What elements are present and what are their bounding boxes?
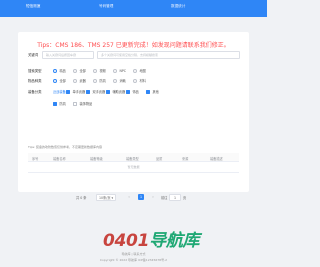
type-option-label: 地图	[139, 69, 146, 73]
category-option-1[interactable]: 双手武器	[86, 89, 106, 94]
page-size-value: 10条/页	[99, 196, 111, 200]
type-option-label: 精品	[59, 69, 66, 73]
radio-icon	[73, 78, 77, 83]
type-option-4[interactable]: 地图	[133, 68, 153, 73]
sort-option-label: 防具	[99, 79, 106, 83]
checkbox-checked-icon	[86, 89, 90, 94]
column-header: 序号	[32, 157, 39, 161]
current-page[interactable]: 1	[138, 194, 144, 200]
sort-option-1[interactable]: 武器	[73, 78, 93, 83]
category-option-0[interactable]: 单手武器	[66, 89, 86, 94]
radio-icon	[93, 68, 97, 73]
checkbox-checked-icon	[53, 101, 57, 106]
category-option-label: 辅助武器	[112, 90, 126, 94]
tab-number-manage[interactable]: 号码管理	[99, 4, 113, 9]
sort-option-2[interactable]: 防具	[93, 78, 113, 83]
sort-option-0[interactable]: 全部	[53, 78, 73, 83]
type-option-1[interactable]: 全部	[73, 68, 93, 73]
keyword-input[interactable]: 输入关键词后按回车键	[42, 50, 94, 59]
category-option-label: 饰品	[132, 90, 139, 94]
category-option-label: 单手武器	[72, 90, 86, 94]
category-option-2[interactable]: 辅助武器	[106, 89, 126, 94]
tab-speed-test[interactable]: 短信测速	[26, 4, 40, 9]
category-option-label: 双手武器	[92, 90, 106, 94]
radio-icon	[93, 78, 97, 83]
page-size-select[interactable]: 10条/页 ▾	[96, 194, 117, 201]
keyword-row: 关键词 输入关键词后按回车键 多个关键词可使用空格分隔，支持模糊搜索	[28, 50, 240, 59]
footer-links[interactable]: 导航库 | 联系方式	[0, 252, 267, 256]
radio-checked-icon	[53, 78, 57, 83]
tab-statistics[interactable]: 数据统计	[171, 4, 185, 9]
radio-icon	[133, 68, 137, 73]
sort-option-label: 材料	[139, 79, 146, 83]
goto-label: 前往	[161, 196, 168, 200]
column-header: 装备类型	[126, 157, 139, 161]
column-header: 品质	[156, 157, 163, 161]
category-option-5[interactable]: 防具	[53, 101, 73, 106]
checkbox-checked-icon	[66, 89, 70, 94]
category-option-label: 防具	[59, 102, 66, 106]
prev-page-icon[interactable]: ‹	[126, 194, 132, 200]
table-header: 序号 装备名称 装备等级 装备类型 品质 来源 装备描述	[28, 153, 239, 162]
type-option-label: 全部	[79, 69, 86, 73]
sort-option-4[interactable]: 材料	[133, 78, 153, 83]
radio-checked-icon	[53, 68, 57, 73]
keyword-hint-field[interactable]: 多个关键词可使用空格分隔，支持模糊搜索	[97, 50, 240, 59]
column-header: 来源	[182, 157, 189, 161]
column-header: 装备名称	[53, 157, 66, 161]
item-sort-label: 物品种类	[28, 79, 42, 83]
logo-text: 导航库	[149, 231, 200, 251]
brand-logo[interactable]: 0401导航库	[103, 226, 200, 251]
checkbox-checked-icon	[126, 89, 130, 94]
keyword-hint: 多个关键词可使用空格分隔，支持模糊搜索	[101, 52, 159, 57]
radio-icon	[73, 68, 77, 73]
type-option-label: 视频	[99, 69, 106, 73]
keyword-placeholder: 输入关键词后按回车键	[46, 52, 77, 57]
tips-text: Tips: 装备的攻防数值仅供参考，不定期更新数据库内容	[28, 145, 103, 149]
category-option-label: 装饰物品	[79, 102, 93, 106]
sort-option-label: 武器	[79, 79, 86, 83]
column-header: 装备描述	[210, 157, 223, 161]
checkbox-icon	[73, 101, 77, 106]
notice-banner: Tips：CMS 186、TMS 257 已更新完成！如发现问题请联系我们修正。	[37, 42, 230, 49]
total-count: 共 0 条	[76, 196, 87, 200]
column-header: 装备等级	[90, 157, 103, 161]
next-page-icon[interactable]: ›	[150, 194, 156, 200]
radio-icon	[133, 78, 137, 83]
sort-option-label: 消耗	[119, 79, 126, 83]
table-empty-state: 暂无数据	[28, 162, 239, 173]
type-option-0[interactable]: 精品	[53, 68, 73, 73]
sort-option-label: 全部	[59, 79, 66, 83]
logo-number: 0401	[103, 231, 150, 251]
type-option-2[interactable]: 视频	[93, 68, 113, 73]
search-type-row: 搜索类型 精品 全部 视频 NPC 地图	[28, 66, 239, 75]
search-type-label: 搜索类型	[28, 69, 42, 73]
category-group-label: 近战装备	[53, 90, 66, 94]
checkbox-checked-icon	[146, 89, 150, 94]
type-option-3[interactable]: NPC	[113, 68, 133, 73]
category-label: 装备分类	[28, 90, 42, 94]
category-option-3[interactable]: 饰品	[126, 89, 146, 94]
goto-page-suffix: 页	[183, 196, 187, 200]
sort-option-3[interactable]: 消耗	[113, 78, 133, 83]
top-nav-bar: 短信测速 号码管理 数据统计	[0, 0, 267, 17]
goto-page-input[interactable]: 1	[169, 194, 181, 201]
search-panel: Tips：CMS 186、TMS 257 已更新完成！如发现问题请联系我们修正。…	[18, 32, 249, 201]
type-option-label: NPC	[119, 68, 127, 73]
footer-copyright: Copyright © 2022 导航库 ICP备12345678号-2	[99, 258, 168, 262]
category-option-4[interactable]: 其他	[146, 89, 166, 94]
radio-icon	[113, 78, 117, 83]
category-option-6[interactable]: 装饰物品	[73, 101, 93, 106]
chevron-down-icon: ▾	[111, 196, 114, 200]
keyword-label: 关键词	[28, 53, 39, 57]
radio-icon	[113, 68, 117, 73]
category-option-label: 其他	[152, 90, 159, 94]
item-sort-row: 物品种类 全部 武器 防具 消耗 材料	[28, 76, 239, 85]
checkbox-checked-icon	[106, 89, 110, 94]
category-row: 装备分类 近战装备 单手武器 双手武器 辅助武器 饰品 其他	[28, 87, 239, 96]
category-row-2: 防具 装饰物品	[28, 99, 239, 108]
pagination: 共 0 条 10条/页 ▾ ‹ 1 › 前往 1 页	[18, 194, 249, 202]
